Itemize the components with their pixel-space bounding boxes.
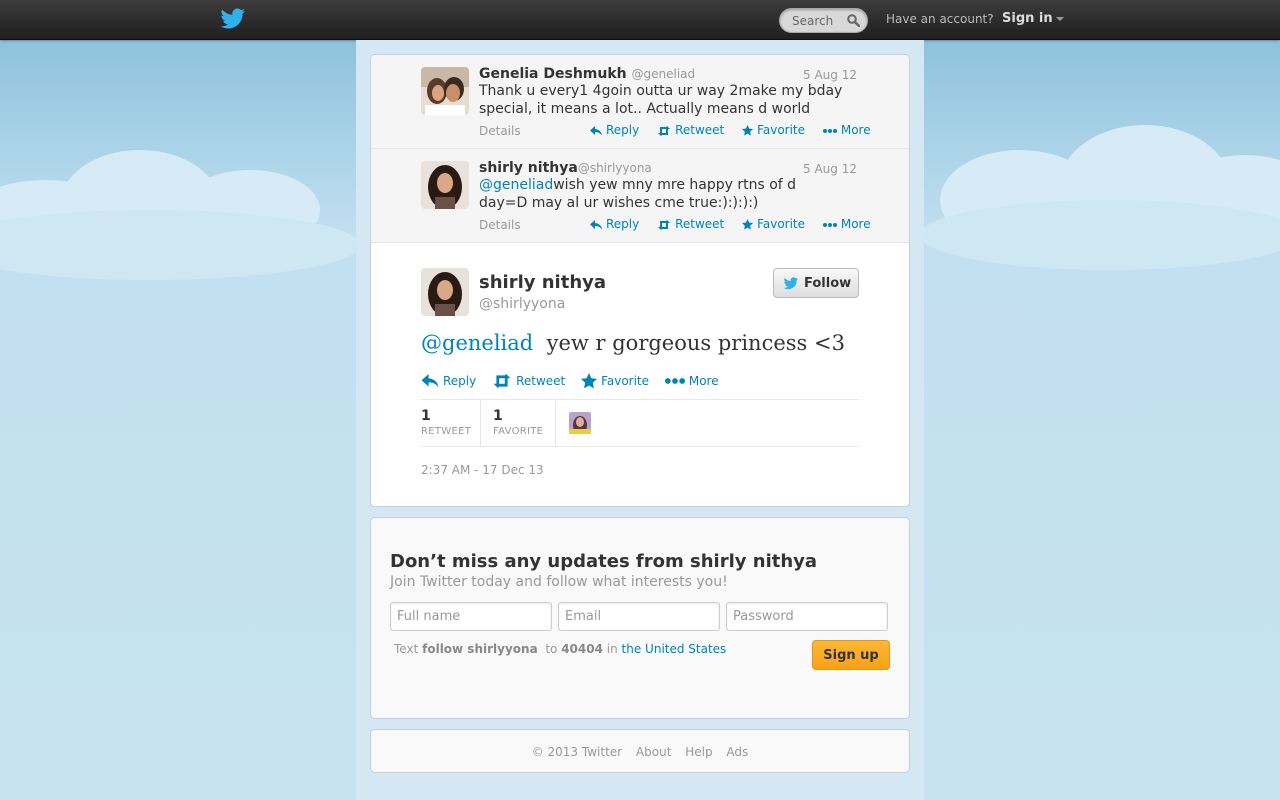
main-tweet-author-name[interactable]: shirly nithya	[479, 272, 606, 293]
tweet-thread-panel: Genelia Deshmukh @geneliad 5 Aug 12 Than…	[370, 54, 910, 507]
avatar[interactable]	[421, 67, 469, 115]
favoriter-avatar[interactable]	[569, 412, 591, 434]
tweet-timestamp[interactable]: 2:37 AM - 17 Dec 13	[421, 463, 544, 477]
main-tweet-text: @geneliad yew r gorgeous princess <3	[421, 331, 845, 355]
retweet-count: 1	[421, 408, 431, 424]
help-link[interactable]: Help	[685, 745, 712, 759]
tweet-date[interactable]: 5 Aug 12	[803, 162, 857, 176]
sms-command: follow shirlyyona	[422, 642, 538, 656]
avatar[interactable]	[421, 161, 469, 209]
mention-link[interactable]: @geneliad	[421, 331, 533, 355]
signup-panel: Don’t miss any updates from shirly nithy…	[370, 517, 910, 719]
tweet-actions: Reply Retweet Favorite More	[590, 123, 871, 137]
more-button[interactable]: More	[822, 217, 871, 231]
footer-panel: © 2013 Twitter About Help Ads	[370, 729, 910, 773]
retweet-icon	[493, 374, 511, 388]
follow-label: Follow	[804, 275, 852, 291]
signup-title: Don’t miss any updates from shirly nithy…	[390, 551, 818, 572]
reply-button[interactable]: Reply	[590, 123, 639, 137]
sms-follow-instructions: Text follow shirlyyona to 40404 in the U…	[394, 642, 727, 656]
password-input[interactable]	[726, 602, 888, 631]
main-tweet-actions: Reply Retweet Favorite More	[421, 373, 719, 389]
have-account-prompt: Have an account?	[886, 12, 994, 26]
author-name: Genelia Deshmukh	[479, 66, 627, 82]
star-icon	[742, 125, 754, 136]
author-handle: @geneliad	[631, 67, 696, 81]
tweet-text: @geneliadwish yew mny mre happy rtns of …	[479, 177, 797, 211]
context-tweet[interactable]: Genelia Deshmukh @geneliad 5 Aug 12 Than…	[371, 55, 909, 149]
author-handle: @shirlyyona	[577, 161, 652, 175]
reply-icon	[590, 219, 602, 229]
reply-button[interactable]: Reply	[421, 374, 476, 388]
tweet-text: Thank u every1 4goin outta ur way 2make …	[479, 83, 843, 117]
star-icon	[581, 373, 598, 389]
author-name: shirly nithya	[479, 160, 578, 176]
email-input[interactable]	[558, 602, 720, 631]
tweet-stats: 1 RETWEET 1 FAVORITE	[421, 399, 859, 447]
context-tweet[interactable]: shirly nithya@shirlyyona 5 Aug 12 @genel…	[371, 149, 909, 243]
ads-link[interactable]: Ads	[726, 745, 748, 759]
favorite-stat[interactable]: 1 FAVORITE	[481, 400, 556, 446]
reply-icon	[590, 125, 602, 135]
tweet-date[interactable]: 5 Aug 12	[803, 68, 857, 82]
retweet-button[interactable]: Retweet	[657, 217, 724, 231]
chevron-down-icon	[1055, 16, 1064, 21]
more-dots-icon	[664, 378, 685, 384]
about-link[interactable]: About	[636, 745, 671, 759]
more-button[interactable]: More	[664, 374, 719, 388]
favorite-label: FAVORITE	[493, 426, 544, 437]
retweet-button[interactable]: Retweet	[492, 374, 565, 388]
search-box	[779, 8, 868, 33]
more-button[interactable]: More	[822, 123, 871, 137]
twitter-bird-logo-icon[interactable]	[220, 8, 246, 30]
reply-button[interactable]: Reply	[590, 217, 639, 231]
signup-subtitle: Join Twitter today and follow what inter…	[390, 574, 728, 590]
retweet-icon	[658, 219, 671, 230]
retweet-label: RETWEET	[421, 426, 472, 437]
details-link[interactable]: Details	[479, 124, 521, 138]
favorite-button[interactable]: Favorite	[742, 123, 805, 137]
retweet-stat[interactable]: 1 RETWEET	[421, 400, 481, 446]
favorite-button[interactable]: Favorite	[742, 217, 805, 231]
full-name-input[interactable]	[390, 602, 552, 631]
sign-in-menu[interactable]: Sign in	[1002, 11, 1064, 26]
mention-link[interactable]: @geneliad	[479, 177, 553, 193]
retweet-icon	[658, 125, 671, 136]
retweet-button[interactable]: Retweet	[657, 123, 724, 137]
sign-in-label: Sign in	[1002, 11, 1053, 26]
main-tweet-avatar[interactable]	[421, 268, 469, 316]
footer-links: © 2013 Twitter About Help Ads	[371, 745, 909, 759]
search-icon[interactable]	[847, 14, 860, 27]
more-dots-icon	[822, 128, 837, 133]
top-navigation-bar: Have an account? Sign in	[0, 0, 1280, 40]
main-tweet-author-handle[interactable]: @shirlyyona	[479, 296, 565, 312]
star-icon	[742, 219, 754, 230]
reply-icon	[421, 374, 439, 388]
details-link[interactable]: Details	[479, 218, 521, 232]
favorite-count: 1	[493, 408, 503, 424]
tweet-author[interactable]: shirly nithya@shirlyyona	[479, 160, 652, 176]
tweet-author[interactable]: Genelia Deshmukh @geneliad	[479, 66, 695, 82]
country-link[interactable]: the United States	[622, 642, 727, 656]
tweet-actions: Reply Retweet Favorite More	[590, 217, 871, 231]
follow-button[interactable]: Follow	[773, 268, 859, 298]
sign-up-button[interactable]: Sign up	[812, 640, 890, 670]
more-dots-icon	[822, 222, 837, 227]
twitter-bird-icon	[783, 277, 799, 290]
copyright-text: © 2013 Twitter	[531, 745, 623, 759]
sms-number: 40404	[561, 642, 603, 656]
favorite-button[interactable]: Favorite	[581, 373, 649, 389]
search-input[interactable]	[780, 9, 844, 32]
